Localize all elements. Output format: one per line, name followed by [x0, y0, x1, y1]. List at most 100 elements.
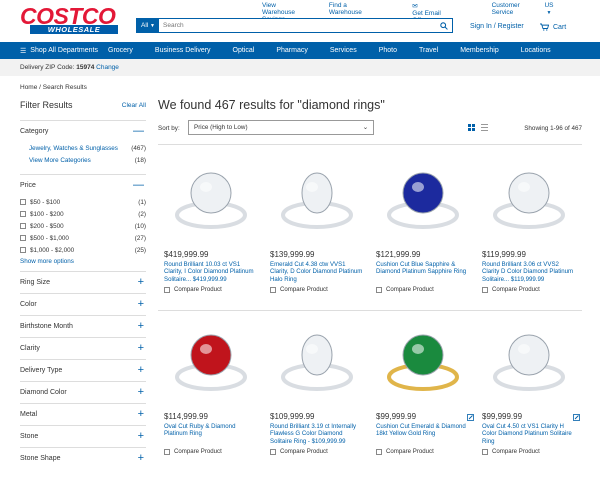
compare-product[interactable]: Compare Product: [270, 286, 364, 293]
nav-business-delivery[interactable]: Business Delivery: [155, 47, 211, 54]
product-image[interactable]: [270, 322, 364, 404]
price-option[interactable]: $200 - $500 (10): [20, 220, 146, 232]
grid-view-icon[interactable]: [468, 124, 475, 131]
price-option[interactable]: $100 - $200 (2): [20, 208, 146, 220]
sort-select[interactable]: Price (High to Low) ⌄: [188, 120, 374, 135]
product-title-link[interactable]: Round Brilliant 3.19 ct Internally Flawl…: [270, 423, 364, 446]
customer-service-link[interactable]: Customer Service: [492, 2, 525, 24]
price-option[interactable]: $500 - $1,000 (27): [20, 232, 146, 244]
clear-all-link[interactable]: Clear All: [122, 102, 146, 109]
compare-checkbox[interactable]: [270, 286, 276, 293]
edit-icon[interactable]: [573, 414, 580, 423]
product-title-link[interactable]: Cushion Cut Blue Sapphire & Diamond Plat…: [376, 261, 470, 284]
compare-checkbox[interactable]: [164, 286, 170, 293]
product-card[interactable]: $121,999.99 Cushion Cut Blue Sapphire & D…: [370, 160, 476, 293]
product-title-link[interactable]: Emerald Cut 4.38 ctw VVS1 Clarity, D Col…: [270, 261, 364, 284]
product-image[interactable]: [376, 322, 470, 404]
compare-checkbox[interactable]: [270, 448, 276, 455]
checkbox[interactable]: [20, 199, 26, 205]
compare-checkbox[interactable]: [482, 286, 488, 293]
facet-header[interactable]: Stone Shape +: [20, 448, 146, 469]
checkbox[interactable]: [20, 211, 26, 217]
checkbox[interactable]: [20, 223, 26, 229]
product-card[interactable]: $99,999.99 Cushion Cut Emerald & Diamond …: [370, 322, 476, 455]
facet-price-header[interactable]: Price —: [20, 175, 146, 196]
facet-header[interactable]: Color +: [20, 294, 146, 315]
product-title-link[interactable]: Round Brilliant 3.06 ct VVS2 Clarity D C…: [482, 261, 576, 284]
ring-image[interactable]: [274, 325, 360, 401]
facet-header[interactable]: Birthstone Month +: [20, 316, 146, 337]
price-option[interactable]: $50 - $100 (1): [20, 196, 146, 208]
edit-icon[interactable]: [467, 414, 474, 423]
product-title-link[interactable]: Round Brilliant 10.03 ct VS1 Clarity, I …: [164, 261, 258, 284]
product-card[interactable]: $114,999.99 Oval Cut Ruby & Diamond Plati…: [158, 322, 264, 455]
product-image[interactable]: [482, 160, 576, 242]
sign-in-link[interactable]: Sign In / Register: [470, 23, 524, 30]
facet-header[interactable]: Clarity +: [20, 338, 146, 359]
nav-pharmacy[interactable]: Pharmacy: [276, 47, 308, 54]
product-title-link[interactable]: Oval Cut Ruby & Diamond Platinum Ring: [164, 423, 258, 446]
cart-button[interactable]: Cart: [540, 23, 566, 31]
nav-grocery[interactable]: Grocery: [108, 47, 133, 54]
product-image[interactable]: [376, 160, 470, 242]
product-image[interactable]: [482, 322, 576, 404]
category-option[interactable]: Jewelry, Watches & Sunglasses (467): [20, 142, 146, 154]
facet-header[interactable]: Diamond Color +: [20, 382, 146, 403]
ring-image[interactable]: [486, 325, 572, 401]
costco-logo[interactable]: COSTCO WHOLESALE: [20, 5, 124, 34]
ring-image[interactable]: [168, 325, 254, 401]
compare-checkbox[interactable]: [376, 286, 382, 293]
product-card[interactable]: $419,999.99 Round Brilliant 10.03 ct VS1 …: [158, 160, 264, 293]
ring-image[interactable]: [168, 163, 254, 239]
compare-product[interactable]: Compare Product: [164, 286, 258, 293]
ring-image[interactable]: [380, 163, 466, 239]
product-image[interactable]: [164, 160, 258, 242]
zip-label: Delivery ZIP Code:: [20, 64, 75, 71]
compare-checkbox[interactable]: [482, 448, 488, 455]
category-option[interactable]: View More Categories (18): [20, 154, 146, 166]
ring-image[interactable]: [274, 163, 360, 239]
product-title-link[interactable]: Oval Cut 4.50 ct VS1 Clarity H Color Dia…: [482, 423, 576, 446]
facet-header[interactable]: Delivery Type +: [20, 360, 146, 381]
compare-product[interactable]: Compare Product: [482, 286, 576, 293]
country-selector[interactable]: US▼: [544, 2, 580, 24]
checkbox[interactable]: [20, 235, 26, 241]
compare-product[interactable]: Compare Product: [376, 448, 470, 455]
search-button[interactable]: [436, 19, 452, 32]
compare-checkbox[interactable]: [376, 448, 382, 455]
ring-image[interactable]: [380, 325, 466, 401]
compare-product[interactable]: Compare Product: [482, 448, 576, 455]
nav-optical[interactable]: Optical: [233, 47, 255, 54]
ring-image[interactable]: [486, 163, 572, 239]
facet-category-header[interactable]: Category —: [20, 121, 146, 142]
breadcrumb-home[interactable]: Home: [20, 84, 37, 91]
product-card[interactable]: $99,999.99 Oval Cut 4.50 ct VS1 Clarity H…: [476, 322, 582, 455]
facet-header[interactable]: Stone +: [20, 426, 146, 447]
show-more-options-link[interactable]: Show more options: [20, 256, 146, 271]
checkbox[interactable]: [20, 247, 26, 253]
product-title-link[interactable]: Cushion Cut Emerald & Diamond 18kt Yello…: [376, 423, 470, 446]
nav-membership[interactable]: Membership: [460, 47, 499, 54]
search-category-dropdown[interactable]: All ▼: [137, 19, 159, 32]
list-view-icon[interactable]: [481, 124, 488, 131]
nav-services[interactable]: Services: [330, 47, 357, 54]
compare-product[interactable]: Compare Product: [376, 286, 470, 293]
compare-product[interactable]: Compare Product: [164, 448, 258, 455]
facet-header[interactable]: Ring Size +: [20, 272, 146, 293]
product-card[interactable]: $139,999.99 Emerald Cut 4.38 ctw VVS1 Cla…: [264, 160, 370, 293]
product-card[interactable]: $109,999.99 Round Brilliant 3.19 ct Inter…: [264, 322, 370, 455]
facet-ring-size: Ring Size +: [20, 271, 146, 293]
facet-header[interactable]: Metal +: [20, 404, 146, 425]
nav-travel[interactable]: Travel: [419, 47, 438, 54]
nav-photo[interactable]: Photo: [379, 47, 397, 54]
search-input[interactable]: [159, 19, 436, 32]
price-option[interactable]: $1,000 - $2,000 (25): [20, 244, 146, 256]
product-card[interactable]: $119,999.99 Round Brilliant 3.06 ct VVS2 …: [476, 160, 582, 293]
compare-product[interactable]: Compare Product: [270, 448, 364, 455]
all-departments-menu[interactable]: ☰ Shop All Departments: [0, 47, 108, 55]
nav-locations[interactable]: Locations: [521, 47, 551, 54]
change-zip-link[interactable]: Change: [96, 64, 119, 71]
product-image[interactable]: [164, 322, 258, 404]
product-image[interactable]: [270, 160, 364, 242]
compare-checkbox[interactable]: [164, 448, 170, 455]
